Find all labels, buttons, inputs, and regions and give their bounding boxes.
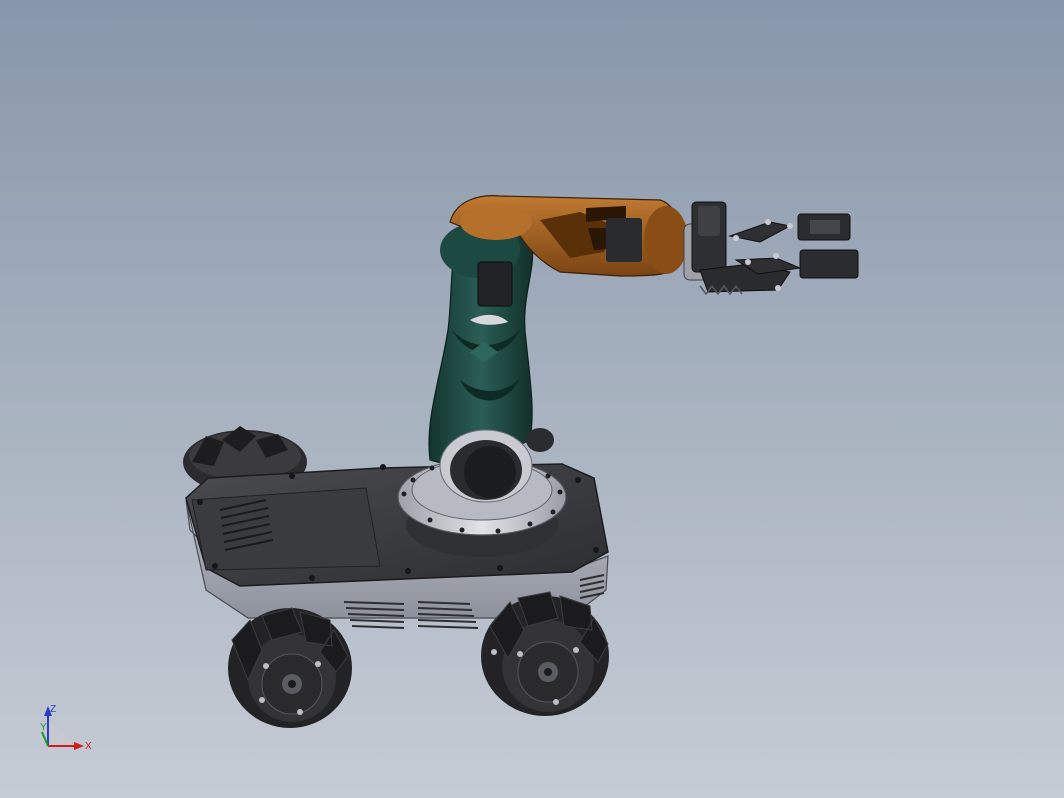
robot-model-render[interactable] bbox=[0, 0, 1064, 798]
x-axis-label: X bbox=[85, 741, 92, 752]
shoulder-link[interactable] bbox=[428, 219, 554, 503]
z-axis-label: Z bbox=[50, 704, 56, 715]
wheel-front-left[interactable] bbox=[228, 607, 352, 728]
gripper[interactable] bbox=[683, 201, 859, 296]
cad-viewport[interactable]: Z Y X bbox=[0, 0, 1064, 798]
y-axis-label: Y bbox=[40, 722, 47, 733]
axis-triad: Z Y X bbox=[40, 704, 92, 752]
